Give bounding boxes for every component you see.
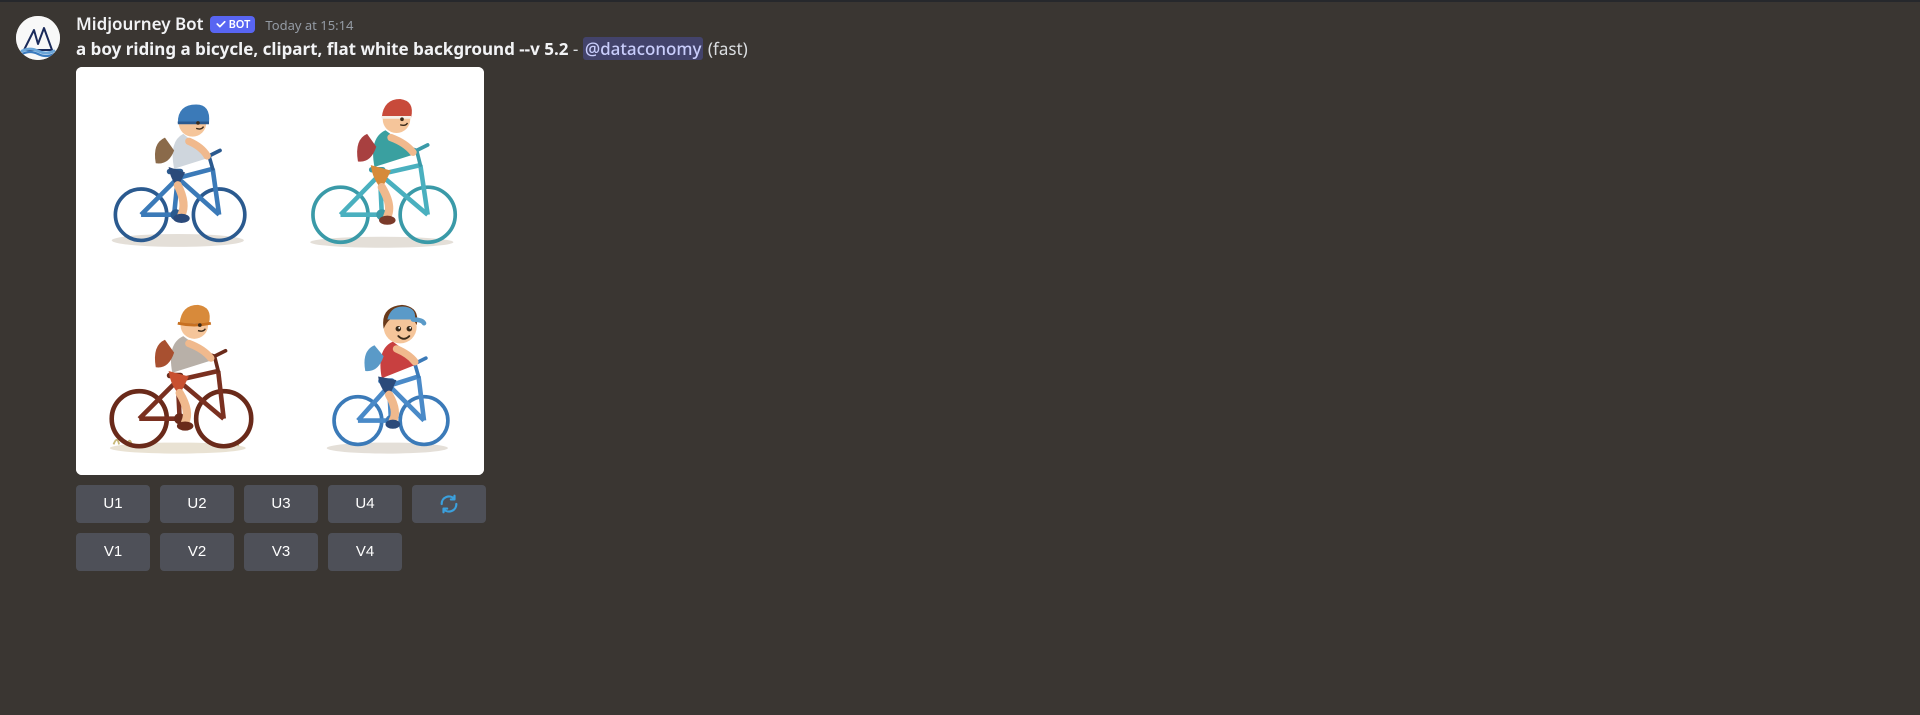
- generated-image-1: [76, 67, 280, 271]
- variation-2-button[interactable]: V2: [160, 533, 234, 571]
- author-avatar[interactable]: [16, 16, 60, 60]
- upscale-3-button[interactable]: U3: [244, 485, 318, 523]
- generated-image-3: [76, 271, 280, 475]
- user-mention[interactable]: @dataconomy: [583, 37, 704, 60]
- reroll-button[interactable]: [412, 485, 486, 523]
- bot-tag: BOT: [210, 16, 256, 33]
- upscale-4-button[interactable]: U4: [328, 485, 402, 523]
- generated-image-2: [280, 67, 484, 271]
- verified-check-icon: [215, 18, 227, 30]
- generated-image-4: [280, 271, 484, 475]
- midjourney-logo-icon: [16, 16, 60, 60]
- action-buttons: U1 U2 U3 U4 V1 V2 V3 V4: [76, 485, 1904, 571]
- prompt-text: a boy riding a bicycle, clipart, flat wh…: [76, 37, 568, 60]
- message-content: Midjourney Bot BOT Today at 15:14 a boy …: [76, 12, 1904, 571]
- message-text: a boy riding a bicycle, clipart, flat wh…: [76, 37, 1904, 61]
- discord-message: Midjourney Bot BOT Today at 15:14 a boy …: [0, 2, 1920, 571]
- message-header: Midjourney Bot BOT Today at 15:14: [76, 12, 1904, 35]
- variation-4-button[interactable]: V4: [328, 533, 402, 571]
- upscale-1-button[interactable]: U1: [76, 485, 150, 523]
- separator: -: [568, 37, 582, 60]
- upscale-2-button[interactable]: U2: [160, 485, 234, 523]
- message-timestamp: Today at 15:14: [265, 16, 353, 34]
- variation-row: V1 V2 V3 V4: [76, 533, 1904, 571]
- author-name[interactable]: Midjourney Bot: [76, 12, 204, 35]
- bot-label: BOT: [229, 17, 251, 32]
- variation-3-button[interactable]: V3: [244, 533, 318, 571]
- refresh-icon: [438, 493, 460, 515]
- upscale-row: U1 U2 U3 U4: [76, 485, 1904, 523]
- suffix-text: (fast): [703, 37, 747, 60]
- variation-1-button[interactable]: V1: [76, 533, 150, 571]
- generated-image-grid[interactable]: [76, 67, 484, 475]
